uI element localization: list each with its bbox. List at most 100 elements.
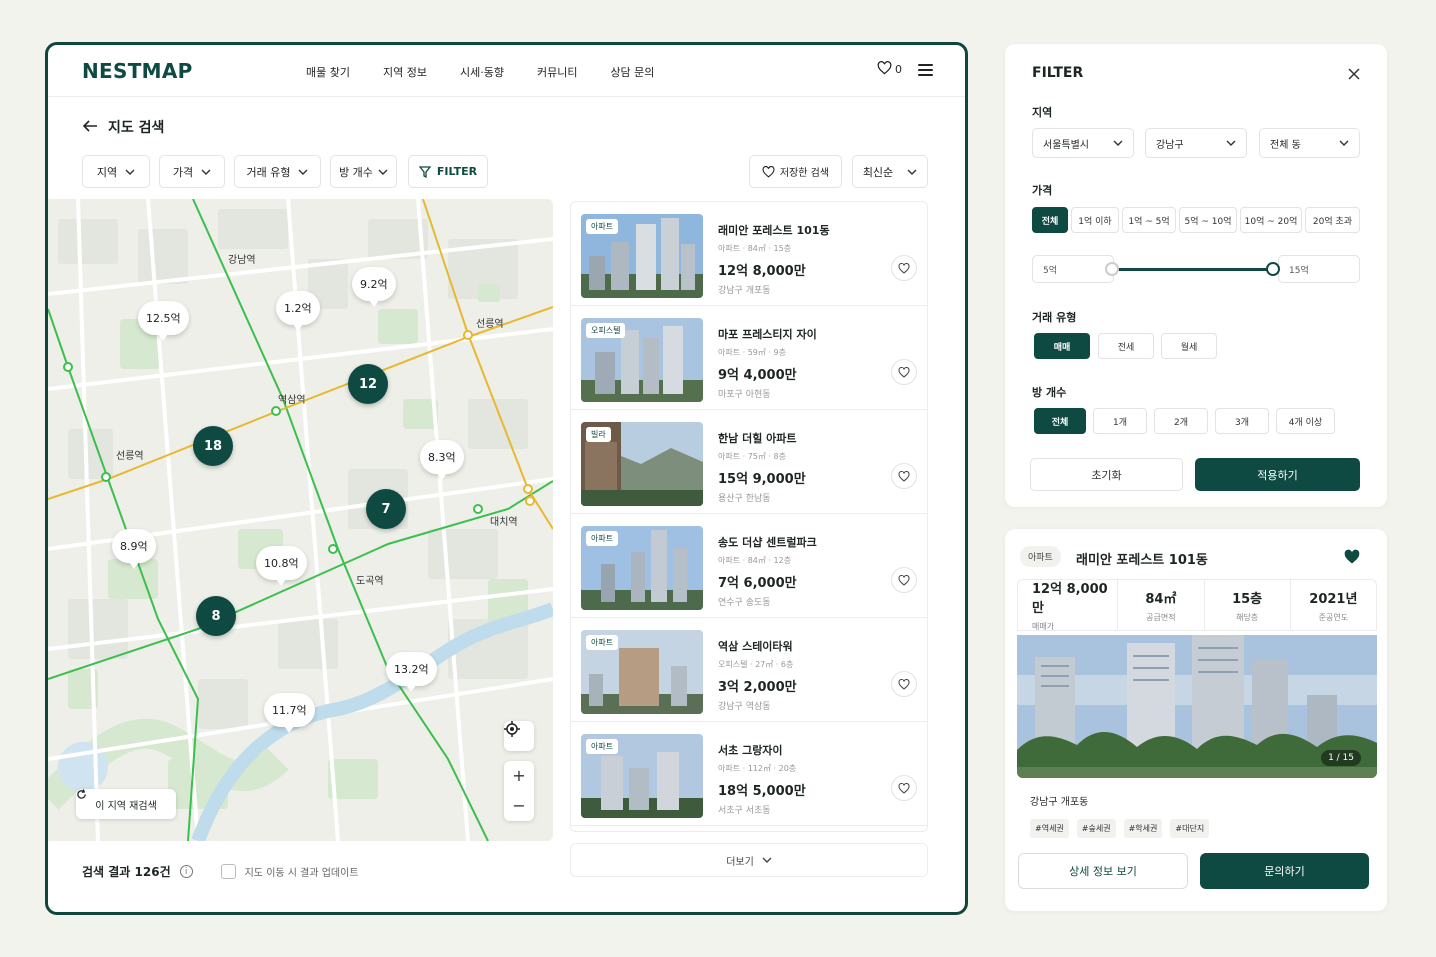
reset-button[interactable]: 초기화 [1030,458,1183,491]
filter-price-dropdown[interactable]: 가격 [159,155,225,188]
top-navigation: NESTMAP 매물 찾기 지역 정보 시세·동향 커뮤니티 상담 문의 0 [48,45,965,97]
station-label: 대치역 [490,517,518,528]
property-photo[interactable]: 1 / 15 [1017,635,1377,778]
room-option[interactable]: 1개 [1093,408,1147,434]
chevron-down-icon [907,169,917,175]
listing-title: 마포 프레스티지 자이 [718,328,817,341]
neighborhood-select[interactable]: 전체 동 [1259,128,1360,158]
district-select[interactable]: 강남구 [1145,128,1247,158]
favorite-button[interactable] [891,255,917,281]
nav-community[interactable]: 커뮤니티 [537,64,577,80]
research-area-button[interactable]: 이 지역 재검색 [76,789,176,819]
room-option-all[interactable]: 전체 [1034,408,1086,434]
zoom-out-button[interactable]: − [512,791,525,821]
apply-button[interactable]: 적용하기 [1195,458,1360,491]
price-marker[interactable]: 8.9억 [112,529,156,569]
filter-region-label: 지역 [96,165,118,179]
filter-deal-type-label: 거래 유형 [246,165,291,179]
city-select[interactable]: 서울특별시 [1032,128,1134,158]
list-item[interactable]: 아파트 송도 더샵 센트럴파크 아파트 · 84㎡ · 12층 7억 6,000… [571,514,927,618]
sort-dropdown[interactable]: 최신순 [852,155,928,188]
favorite-button[interactable] [891,463,917,489]
favorite-count: 0 [895,63,902,76]
room-option[interactable]: 2개 [1154,408,1208,434]
cluster-marker[interactable]: 8 [196,596,236,636]
map-view[interactable]: 강남역 선릉역 역삼역 선릉역 대치역 도곡역 12.5억 1.2억 9.2억 … [48,199,553,841]
price-marker[interactable]: 12.5억 [138,301,189,341]
filter-rooms-label: 방 개수 [339,165,373,179]
deal-option-sale[interactable]: 매매 [1034,333,1090,359]
range-min-input[interactable]: 5억 [1032,255,1114,283]
listing-title: 한남 더힐 아파트 [718,432,797,445]
nav-consultation[interactable]: 상담 문의 [610,64,654,80]
list-item[interactable]: 빌라 한남 더힐 아파트 아파트 · 75㎡ · 8층 15억 9,000만 용… [571,410,927,514]
nav-market-trends[interactable]: 시세·동향 [460,64,504,80]
inquiry-button[interactable]: 문의하기 [1200,853,1369,889]
price-marker[interactable]: 10.8억 [256,546,307,586]
room-option[interactable]: 4개 이상 [1276,408,1335,434]
region-label: 지역 [1032,106,1053,119]
list-item[interactable]: 아파트 역삼 스테이타워 오피스텔 · 27㎡ · 6층 3억 2,000만 강… [571,618,927,722]
menu-icon[interactable] [918,63,933,76]
photo-counter: 1 / 15 [1321,750,1361,766]
price-option[interactable]: 1억 이하 [1071,207,1119,233]
price-option[interactable]: 20억 초과 [1305,207,1360,233]
price-marker[interactable]: 13.2억 [386,652,437,692]
list-item[interactable]: 아파트 래미안 포레스트 101동 아파트 · 84㎡ · 15층 12억 8,… [571,202,927,306]
chevron-down-icon [298,169,308,175]
logo[interactable]: NESTMAP [82,59,193,83]
cluster-marker[interactable]: 7 [366,489,406,529]
heart-filled-icon[interactable] [1343,549,1361,569]
stat-label: 매매가 [1032,622,1055,631]
filter-button[interactable]: FILTER [408,155,488,188]
price-option[interactable]: 1억 ~ 5억 [1122,207,1176,233]
filter-deal-type-dropdown[interactable]: 거래 유형 [234,155,321,188]
back-arrow-icon[interactable] [82,118,98,137]
saved-search-button[interactable]: 저장한 검색 [749,155,842,188]
info-icon[interactable]: i [179,865,193,878]
price-marker[interactable]: 11.7억 [264,693,315,733]
detail-stats: 12억 8,000만 매매가 84㎡ 공급면적 15층 해당층 2021년 준공… [1017,579,1377,631]
price-marker[interactable]: 1.2억 [276,291,320,331]
close-icon[interactable] [1348,65,1360,84]
heart-icon [762,165,775,178]
listing-price: 18억 5,000만 [718,784,806,799]
crosshair-icon [504,721,520,737]
deal-option-jeonse[interactable]: 전세 [1098,333,1154,359]
stat-value: 12억 8,000만 [1032,582,1108,616]
deal-option-monthly[interactable]: 월세 [1161,333,1217,359]
favorite-button[interactable] [891,359,917,385]
property-type-tag: 아파트 [1020,546,1061,567]
property-type-tag: 아파트 [586,635,619,650]
range-max-input[interactable]: 15억 [1278,255,1360,283]
listing-price: 15억 9,000만 [718,472,806,487]
nav-find-listings[interactable]: 매물 찾기 [306,64,350,80]
price-marker[interactable]: 8.3억 [420,440,464,480]
favorite-button[interactable] [891,671,917,697]
load-more-button[interactable]: 더보기 [570,843,928,877]
cluster-marker[interactable]: 18 [193,426,233,466]
filter-rooms-dropdown[interactable]: 방 개수 [330,155,397,188]
view-details-button[interactable]: 상세 정보 보기 [1018,853,1188,889]
price-option-all[interactable]: 전체 [1032,207,1068,233]
list-item[interactable]: 오피스텔 마포 프레스티지 자이 아파트 · 59㎡ · 9층 9억 4,000… [571,306,927,410]
nav-region-info[interactable]: 지역 정보 [383,64,427,80]
price-option[interactable]: 10억 ~ 20억 [1240,207,1302,233]
heart-icon[interactable] [877,60,892,79]
listing-location: 강남구 개포동 [718,286,771,296]
favorite-button[interactable] [891,567,917,593]
list-item[interactable]: 아파트 서초 그랑자이 아파트 · 112㎡ · 20층 18억 5,000만 … [571,722,927,826]
favorite-button[interactable] [891,775,917,801]
range-max-handle[interactable] [1266,262,1280,276]
range-min-handle[interactable] [1105,262,1119,276]
room-option[interactable]: 3개 [1215,408,1269,434]
zoom-in-button[interactable]: + [512,761,525,791]
price-option[interactable]: 5억 ~ 10억 [1179,207,1237,233]
stat-value: 84㎡ [1145,591,1177,607]
listing-meta: 아파트 · 59㎡ · 9층 [718,348,786,357]
locate-button[interactable] [504,721,534,751]
price-marker[interactable]: 9.2억 [352,267,396,307]
auto-update-checkbox[interactable] [220,864,236,879]
filter-region-dropdown[interactable]: 지역 [82,155,150,188]
cluster-marker[interactable]: 12 [348,364,388,404]
